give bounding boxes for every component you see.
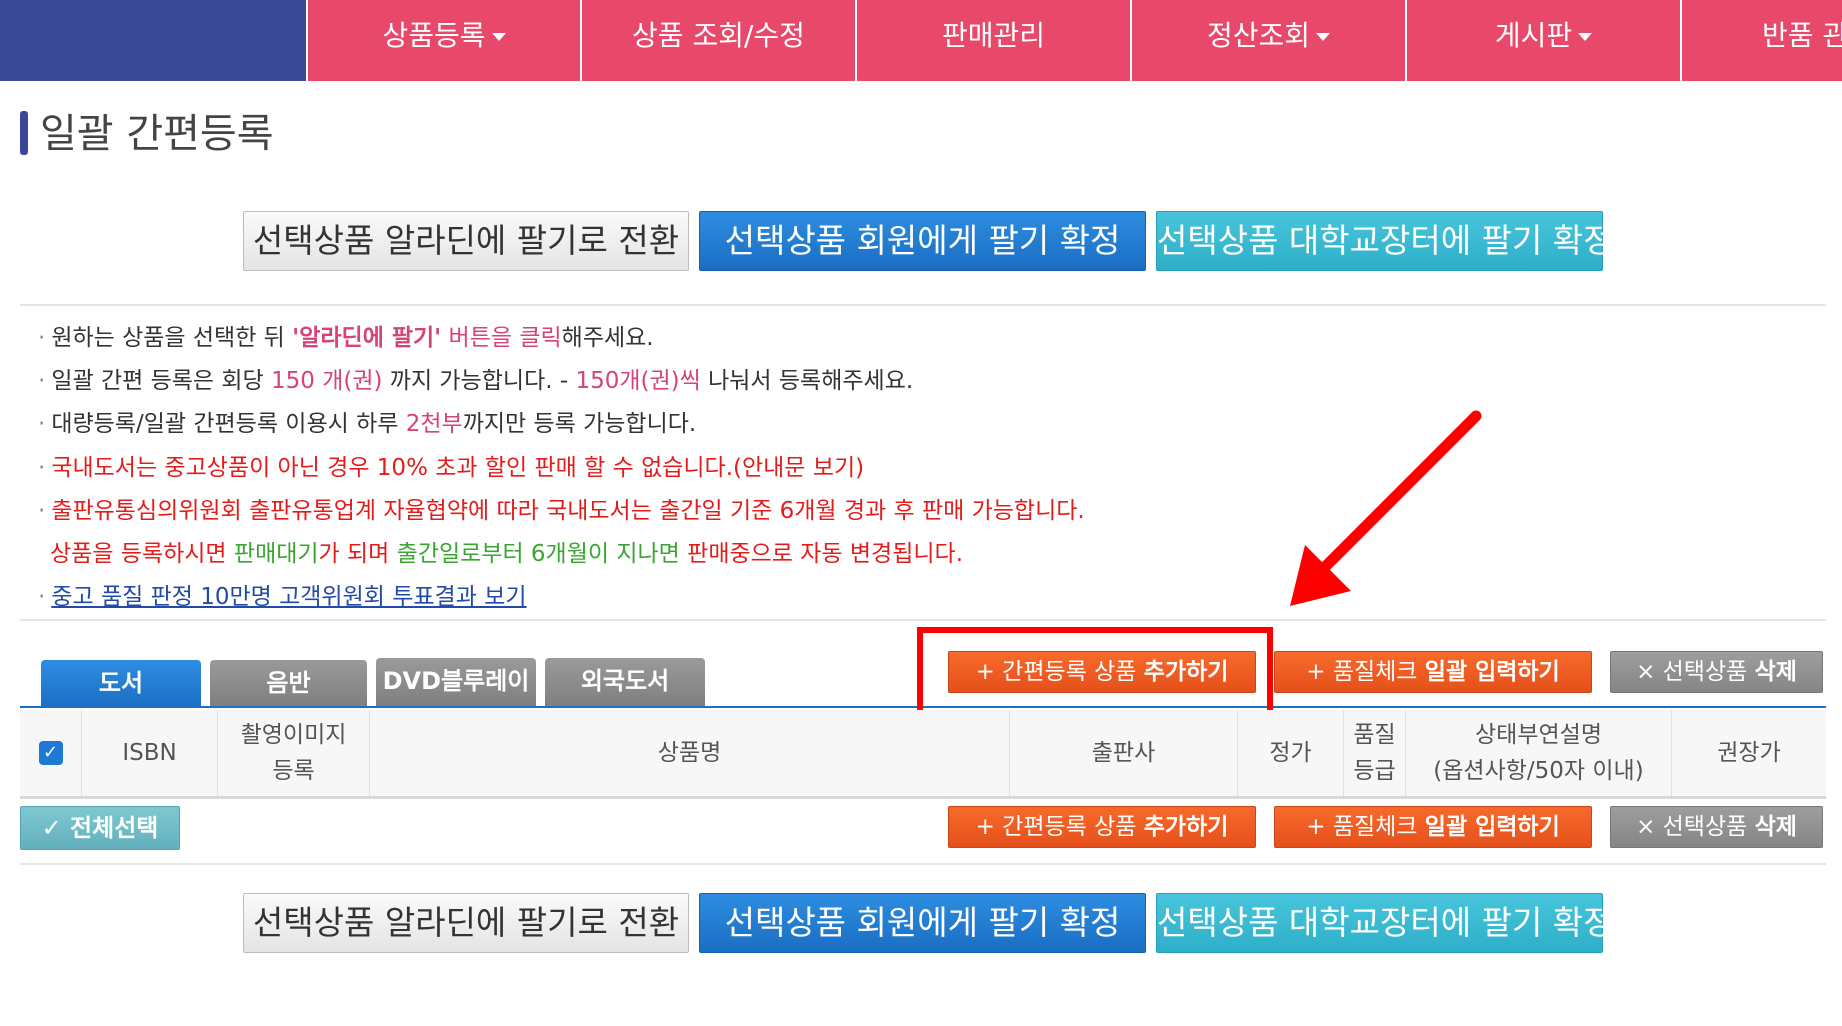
caret-down-icon bbox=[491, 33, 506, 41]
notice-auto-status-change: 상품을 등록하시면 판매대기가 되며 출간일로부터 6개월이 지나면 판매중으로… bbox=[50, 541, 964, 567]
nav-item-board[interactable]: 게시판 bbox=[1405, 0, 1680, 81]
notice-daily-limit: · 대량등록/일괄 간편등록 이용시 하루 2천부까지만 등록 가능합니다. bbox=[38, 411, 697, 437]
table-header: ✓ ISBN 촬영이미지 등록 상품명 출판사 정가 품질 등급 상태부연설명 (옵션… bbox=[20, 710, 1826, 799]
confirm-campus-button[interactable]: 선택상품 대학교장터에 팔기 확정 bbox=[1156, 211, 1614, 271]
caret-down-icon bbox=[1578, 33, 1593, 41]
annotation-highlight-box bbox=[917, 627, 1273, 722]
tab-music[interactable]: 음반 bbox=[210, 660, 367, 706]
header-product-name: 상품명 bbox=[370, 710, 1010, 796]
confirm-campus-button-bottom[interactable]: 선택상품 대학교장터에 팔기 확정 bbox=[1156, 893, 1614, 953]
quality-check-bulk-button-bottom[interactable]: + 품질체크 일괄 입력하기 bbox=[1274, 806, 1592, 848]
nav-logo-area bbox=[0, 0, 306, 81]
nav-item-returns[interactable]: 반품 관 bbox=[1680, 0, 1842, 81]
delete-selected-button[interactable]: × 선택상품 삭제 bbox=[1610, 651, 1823, 693]
nav-item-label: 상품 조회/수정 bbox=[632, 19, 805, 52]
nav-item-label: 상품등록 bbox=[382, 19, 486, 52]
delete-selected-button-bottom[interactable]: × 선택상품 삭제 bbox=[1610, 806, 1823, 848]
nav-item-settlement[interactable]: 정산조회 bbox=[1130, 0, 1405, 81]
tab-books[interactable]: 도서 bbox=[41, 660, 201, 706]
divider bbox=[20, 619, 1826, 621]
nav-item-label: 판매관리 bbox=[941, 19, 1046, 52]
select-all-button[interactable]: ✓ 전체선택 bbox=[20, 806, 180, 850]
divider bbox=[20, 863, 1826, 865]
notice-limit-per-batch: · 일괄 간편 등록은 회당 150 개(권) 까지 가능합니다. - 150개(… bbox=[38, 368, 914, 394]
header-isbn: ISBN bbox=[82, 710, 218, 796]
nav-item-label: 게시판 bbox=[1494, 19, 1573, 52]
notice-select-item: · 원하는 상품을 선택한 뒤 '알라딘에 팔기' 버튼을 클릭해주세요. bbox=[38, 325, 654, 351]
quality-check-bulk-button[interactable]: + 품질체크 일괄 입력하기 bbox=[1274, 651, 1592, 693]
notice-discount-limit[interactable]: · 국내도서는 중고상품이 아닌 경우 10% 초과 할인 판매 할 수 없습니다… bbox=[38, 448, 864, 482]
add-simple-item-button-bottom[interactable]: + 간편등록 상품 추가하기 bbox=[948, 806, 1256, 848]
header-photo: 촬영이미지 등록 bbox=[218, 710, 370, 796]
header-condition-desc: 상태부연설명 (옵션사항/50자 이내) bbox=[1406, 710, 1672, 796]
tab-dvd-bluray[interactable]: DVD블루레이 bbox=[376, 658, 536, 706]
convert-aladin-button-bottom[interactable]: 선택상품 알라딘에 팔기로 전환 bbox=[243, 893, 689, 953]
divider bbox=[20, 304, 1826, 306]
notice-quality-vote-link[interactable]: · 중고 품질 판정 10만명 고객위원회 투표결과 보기 bbox=[38, 577, 527, 611]
nav-item-label: 정산조회 bbox=[1206, 19, 1311, 52]
page-title: 일괄 간편등록 bbox=[20, 108, 274, 160]
page-title-text: 일괄 간편등록 bbox=[40, 111, 274, 157]
caret-down-icon bbox=[1316, 33, 1331, 41]
nav-item-product-register[interactable]: 상품등록 bbox=[306, 0, 580, 81]
nav-item-label: 반품 관 bbox=[1762, 19, 1842, 52]
check-icon[interactable]: ✓ bbox=[38, 741, 63, 765]
header-checkbox[interactable]: ✓ bbox=[20, 710, 82, 796]
header-price: 정가 bbox=[1238, 710, 1344, 796]
confirm-member-button[interactable]: 선택상품 회원에게 팔기 확정 bbox=[699, 211, 1146, 271]
confirm-member-button-bottom[interactable]: 선택상품 회원에게 팔기 확정 bbox=[699, 893, 1146, 953]
header-recommended-price: 권장가 bbox=[1717, 740, 1781, 766]
tab-foreign-books[interactable]: 외국도서 bbox=[545, 658, 705, 706]
header-publisher: 출판사 bbox=[1010, 710, 1238, 796]
convert-aladin-button[interactable]: 선택상품 알라딘에 팔기로 전환 bbox=[243, 211, 689, 271]
title-bar-icon bbox=[20, 111, 28, 155]
nav-item-product-edit[interactable]: 상품 조회/수정 bbox=[580, 0, 855, 81]
nav-item-sales-manage[interactable]: 판매관리 bbox=[855, 0, 1130, 81]
notice-publishing-agreement: · 출판유통심의위원회 출판유통업계 자율협약에 따라 국내도서는 출간일 기준 … bbox=[38, 498, 1085, 524]
top-nav: 상품등록 상품 조회/수정 판매관리 정산조회 게시판 반품 관 bbox=[0, 0, 1842, 81]
header-quality-grade: 품질 등급 bbox=[1344, 710, 1406, 796]
